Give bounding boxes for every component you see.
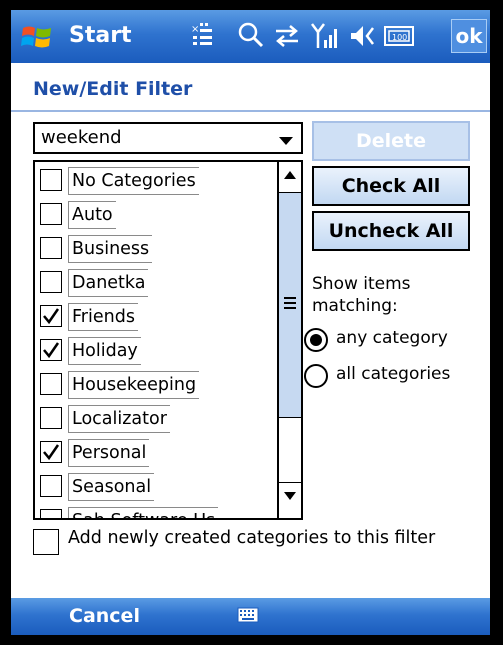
category-checkbox[interactable] (40, 441, 62, 463)
list-item[interactable]: No Categories (35, 162, 279, 196)
volume-icon[interactable] (349, 20, 377, 52)
category-label: No Categories (68, 167, 199, 195)
sync-icon[interactable] (273, 20, 301, 52)
new-message-icon[interactable]: × (191, 20, 217, 52)
cancel-button[interactable]: Cancel (69, 605, 140, 627)
page-title: New/Edit Filter (33, 78, 193, 100)
list-item[interactable]: Friends (35, 298, 279, 332)
list-scrollbar[interactable] (277, 162, 301, 518)
keyboard-icon[interactable] (237, 606, 259, 624)
title-divider (11, 110, 490, 112)
category-checkbox[interactable] (40, 339, 62, 361)
device-screen: Start × 100 ok New/Edit Filter weekend N… (11, 10, 490, 635)
category-label: Personal (68, 439, 150, 467)
radio-all-categories-label[interactable]: all categories (336, 364, 450, 384)
filter-dropdown[interactable]: weekend (33, 122, 303, 154)
grip-line (284, 297, 296, 299)
category-label: Holiday (68, 337, 141, 365)
radio-any-category-label[interactable]: any category (336, 328, 448, 348)
svg-text:×: × (191, 24, 199, 35)
triangle-up-icon (284, 171, 296, 179)
category-checkbox[interactable] (40, 237, 62, 259)
triangle-down-icon (284, 492, 296, 500)
svg-text:100: 100 (392, 33, 407, 42)
search-icon[interactable] (237, 20, 265, 52)
show-items-matching-label: Show items matching: (312, 273, 411, 317)
delete-button[interactable]: Delete (312, 121, 470, 161)
filter-dropdown-value: weekend (41, 127, 122, 148)
add-new-categories-label[interactable]: Add newly created categories to this fil… (68, 528, 435, 548)
radio-dot (310, 334, 322, 346)
category-checkbox[interactable] (40, 509, 62, 518)
checkmark-icon (43, 308, 60, 325)
radio-all-categories[interactable] (304, 364, 328, 388)
grip-line (284, 307, 296, 309)
list-item[interactable]: Personal (35, 434, 279, 468)
start-label[interactable]: Start (69, 23, 132, 48)
list-item[interactable]: Localizator (35, 400, 279, 434)
windows-logo-icon[interactable] (21, 22, 53, 52)
category-checkbox[interactable] (40, 407, 62, 429)
show-items-label-line: Show items (312, 274, 411, 294)
category-label: Housekeeping (68, 371, 200, 399)
category-label: Sah Software Us (68, 507, 219, 518)
category-checkbox[interactable] (40, 475, 62, 497)
checkmark-icon (43, 444, 60, 461)
list-item[interactable]: Sah Software Us (35, 502, 279, 518)
category-label: Business (68, 235, 153, 263)
list-item[interactable]: Holiday (35, 332, 279, 366)
scroll-thumb[interactable] (279, 192, 301, 418)
category-checkbox[interactable] (40, 169, 62, 191)
category-label: Localizator (68, 405, 170, 433)
uncheck-all-button[interactable]: Uncheck All (312, 211, 470, 251)
category-checkbox[interactable] (40, 271, 62, 293)
add-new-categories-checkbox[interactable] (33, 529, 59, 555)
radio-any-category[interactable] (304, 328, 328, 352)
list-item[interactable]: Business (35, 230, 279, 264)
signal-icon[interactable] (311, 20, 339, 52)
ok-button[interactable]: ok (451, 19, 487, 53)
list-item[interactable]: Auto (35, 196, 279, 230)
show-items-label-line: matching: (312, 296, 398, 316)
category-label: Danetka (68, 269, 149, 297)
check-all-button[interactable]: Check All (312, 166, 470, 206)
list-item[interactable]: Housekeeping (35, 366, 279, 400)
softkey-bar: Cancel (11, 598, 490, 635)
category-checkbox[interactable] (40, 373, 62, 395)
category-list[interactable]: No Categories Auto Business Danetka Frie… (33, 160, 303, 520)
category-label: Auto (68, 201, 116, 229)
category-checkbox[interactable] (40, 203, 62, 225)
scroll-down-button[interactable] (279, 482, 301, 509)
checkmark-icon (43, 342, 60, 359)
battery-icon[interactable]: 100 (383, 20, 417, 52)
category-label: Friends (68, 303, 138, 331)
status-bar: Start × 100 ok (11, 10, 490, 63)
category-checkbox[interactable] (40, 305, 62, 327)
scroll-up-button[interactable] (279, 162, 301, 188)
grip-line (284, 302, 296, 304)
list-item[interactable]: Danetka (35, 264, 279, 298)
chevron-down-icon[interactable] (279, 137, 293, 145)
category-label: Seasonal (68, 473, 155, 501)
list-item[interactable]: Seasonal (35, 468, 279, 502)
